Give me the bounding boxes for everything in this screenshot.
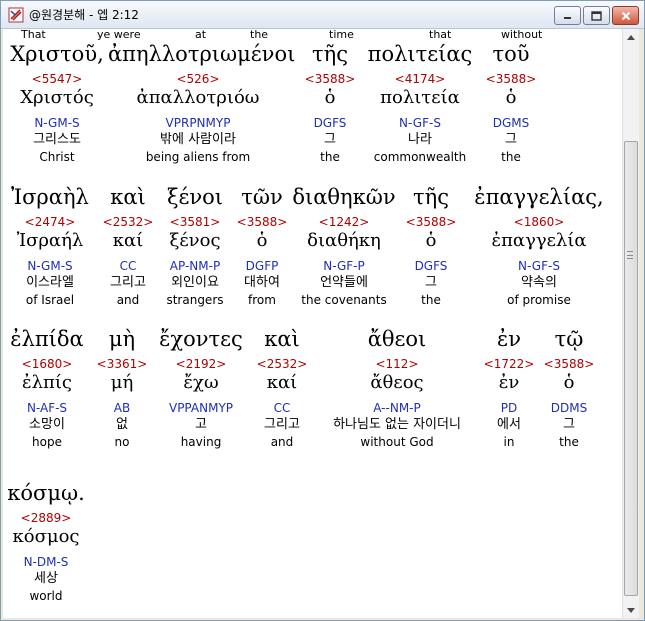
top-gloss: the bbox=[250, 29, 269, 41]
morphology-code: N-DM-S bbox=[23, 555, 69, 569]
english-gloss: the bbox=[559, 435, 579, 449]
greek-word: τῷ bbox=[554, 327, 584, 351]
minimize-button[interactable] bbox=[554, 6, 581, 25]
scroll-thumb[interactable] bbox=[624, 141, 638, 596]
scroll-grip-icon bbox=[627, 251, 633, 259]
top-gloss: that bbox=[429, 29, 452, 41]
interlinear-word[interactable]: ἐπαγγελίας, <1860> ἐπαγγελία N-GF-S 약속의 of pr… bbox=[449, 187, 622, 310]
title-bar[interactable]: @원경분해 - 엡 2:12 bbox=[1, 1, 644, 29]
close-button[interactable] bbox=[612, 6, 639, 25]
strong-number: <3588> bbox=[543, 357, 595, 371]
korean-gloss: 그 bbox=[505, 132, 517, 147]
scroll-down-button[interactable] bbox=[623, 602, 639, 618]
english-gloss: of promise bbox=[507, 293, 571, 307]
interlinear-word[interactable]: τοῦ <3588> ὁ DGMS 그 the bbox=[421, 44, 601, 167]
lemma-word: ὁ bbox=[505, 87, 517, 108]
close-icon bbox=[621, 11, 630, 20]
arrow-up-icon bbox=[627, 34, 635, 40]
vertical-scrollbar[interactable] bbox=[622, 29, 639, 618]
maximize-icon bbox=[591, 10, 602, 21]
lemma-word: ὁ bbox=[563, 372, 575, 393]
morphology-code: N-GF-S bbox=[518, 259, 560, 273]
top-gloss: ye were bbox=[97, 29, 141, 41]
interlinear-word[interactable]: κόσμῳ. <2889> κόσμος N-DM-S 세상 world bbox=[3, 483, 136, 606]
top-gloss: at bbox=[195, 29, 207, 41]
window-controls bbox=[554, 6, 639, 25]
korean-gloss: 그 bbox=[563, 417, 575, 432]
minimize-icon bbox=[563, 16, 571, 19]
morphology-code: DGMS bbox=[492, 116, 530, 130]
morphology-code: DDMS bbox=[550, 401, 588, 415]
window-title: @원경분해 - 엡 2:12 bbox=[29, 8, 139, 22]
top-gloss: time bbox=[329, 29, 354, 41]
lemma-word: ἐπαγγελία bbox=[491, 230, 587, 251]
top-gloss: That bbox=[21, 29, 46, 41]
arrow-down-icon bbox=[627, 607, 635, 613]
interlinear-view[interactable]: That ye were at the time that without Χρ… bbox=[3, 29, 622, 618]
korean-gloss: 약속의 bbox=[521, 275, 557, 290]
korean-gloss: 세상 bbox=[34, 571, 58, 586]
app-window: @원경분해 - 엡 2:12 That ye were at the time … bbox=[0, 0, 645, 621]
greek-word: τοῦ bbox=[492, 42, 530, 66]
greek-word: ἐπαγγελίας, bbox=[474, 185, 604, 209]
interlinear-word[interactable]: τῷ <3588> ὁ DDMS 그 the bbox=[479, 329, 622, 452]
greek-word: κόσμῳ. bbox=[7, 481, 85, 505]
english-gloss: the bbox=[501, 150, 521, 164]
english-gloss: world bbox=[29, 589, 63, 603]
lemma-word: κόσμος bbox=[12, 526, 80, 547]
app-icon bbox=[8, 7, 24, 23]
maximize-button[interactable] bbox=[583, 6, 610, 25]
top-gloss: without bbox=[501, 29, 543, 41]
scroll-up-button[interactable] bbox=[623, 29, 639, 45]
